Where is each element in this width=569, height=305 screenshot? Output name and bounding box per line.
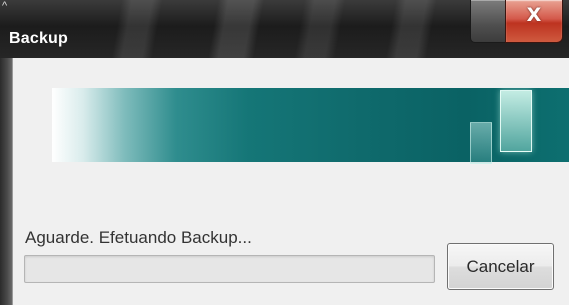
window-title: Backup <box>9 30 68 47</box>
minimize-button[interactable] <box>470 0 508 43</box>
cancel-button[interactable]: Cancelar <box>447 243 554 290</box>
system-corner-glyph: ^ <box>2 0 8 12</box>
cancel-button-label: Cancelar <box>466 257 535 276</box>
banner-decoration-front <box>500 90 532 152</box>
title-bar[interactable]: ^ Backup X <box>0 0 569 58</box>
status-label: Aguarde. Efetuando Backup... <box>25 228 252 247</box>
close-button[interactable]: X <box>505 0 563 43</box>
window-left-frame <box>0 58 12 305</box>
close-icon: X <box>526 4 542 26</box>
backup-window: ^ Backup X Aguarde. Efetuando Backup... … <box>0 0 569 305</box>
banner-decoration-back <box>470 122 492 164</box>
backup-progress-bar <box>24 255 435 283</box>
